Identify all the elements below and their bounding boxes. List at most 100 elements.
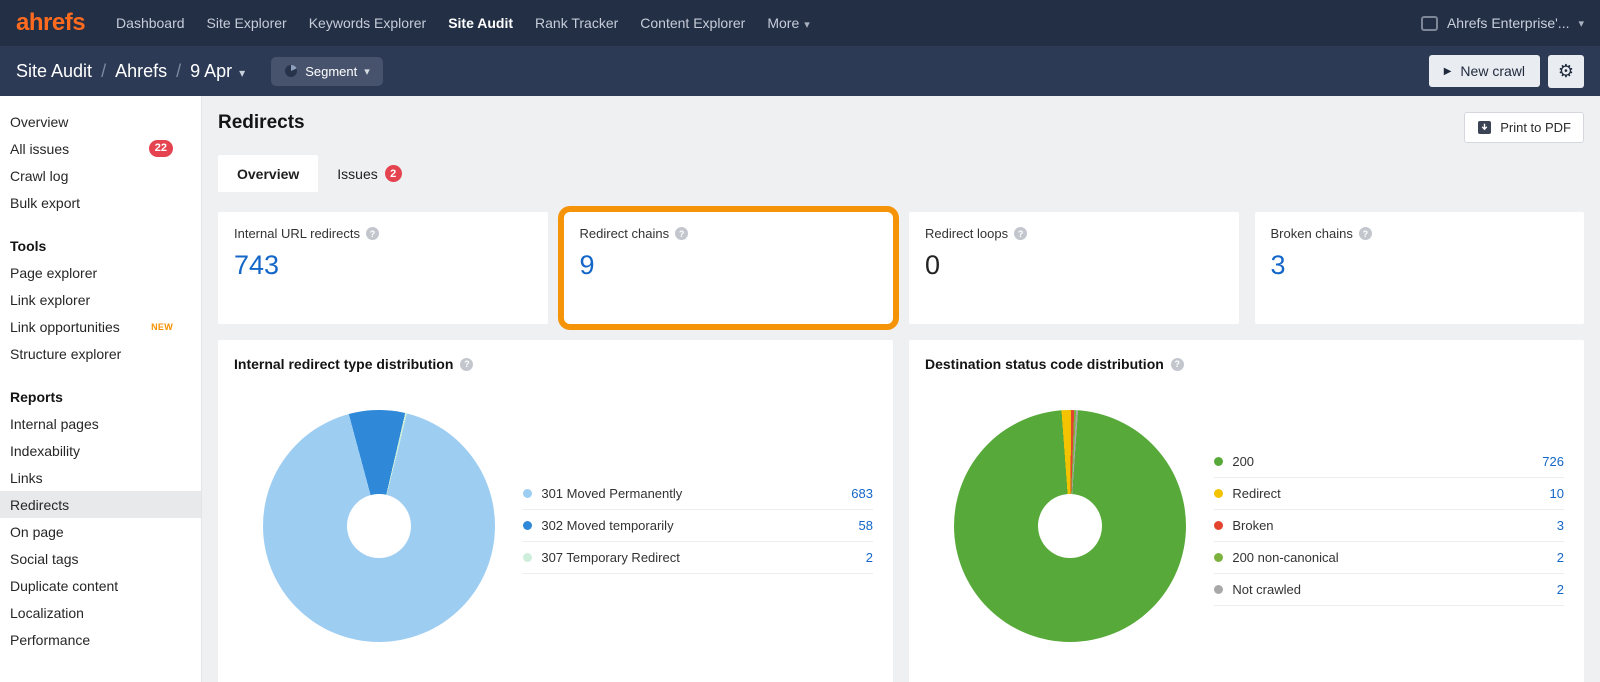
nav-dashboard[interactable]: Dashboard xyxy=(105,15,196,31)
nav-site-audit[interactable]: Site Audit xyxy=(437,15,524,31)
sidebar-item-localization[interactable]: Localization xyxy=(0,599,201,626)
sidebar-item-label: Duplicate content xyxy=(10,578,118,594)
nav-content-explorer[interactable]: Content Explorer xyxy=(629,15,756,31)
help-icon[interactable]: ? xyxy=(1171,358,1184,371)
legend-row[interactable]: Not crawled 2 xyxy=(1214,574,1564,606)
legend-row[interactable]: 200 726 xyxy=(1214,446,1564,478)
legend-value[interactable]: 3 xyxy=(1557,518,1564,533)
top-navigation: ahrefs Dashboard Site Explorer Keywords … xyxy=(0,0,1600,46)
sidebar-item-internal-pages[interactable]: Internal pages xyxy=(0,410,201,437)
metric-card-redirect-chains[interactable]: Redirect chains ? 9 xyxy=(564,212,894,324)
print-to-pdf-button[interactable]: Print to PDF xyxy=(1464,112,1584,143)
legend-row[interactable]: 200 non-canonical 2 xyxy=(1214,542,1564,574)
sidebar-item-label: All issues xyxy=(10,141,69,157)
sidebar-item-link-opportunities[interactable]: Link opportunities NEW xyxy=(0,313,201,340)
sidebar-item-overview[interactable]: Overview xyxy=(0,108,201,135)
metric-card-redirect-loops[interactable]: Redirect loops ? 0 xyxy=(909,212,1239,324)
status-code-donut-chart[interactable] xyxy=(954,410,1186,642)
sidebar-item-indexability[interactable]: Indexability xyxy=(0,437,201,464)
chart-card-redirect-type-distribution: Internal redirect type distribution ? 30… xyxy=(218,340,893,682)
account-menu[interactable]: Ahrefs Enterprise'... ▾ xyxy=(1421,15,1584,31)
legend-dot xyxy=(1214,457,1223,466)
nav-keywords-explorer[interactable]: Keywords Explorer xyxy=(298,15,438,31)
help-icon[interactable]: ? xyxy=(366,227,379,240)
new-crawl-button[interactable]: ▶ New crawl xyxy=(1429,55,1540,87)
legend-value[interactable]: 726 xyxy=(1542,454,1564,469)
legend-value[interactable]: 2 xyxy=(866,550,873,565)
metric-label: Redirect chains ? xyxy=(580,226,878,241)
issues-count-badge: 22 xyxy=(149,140,173,157)
legend-row[interactable]: Redirect 10 xyxy=(1214,478,1564,510)
tab-label: Issues xyxy=(337,166,377,182)
legend-row[interactable]: 302 Moved temporarily 58 xyxy=(523,510,873,542)
sidebar-item-duplicate-content[interactable]: Duplicate content xyxy=(0,572,201,599)
metric-value[interactable]: 743 xyxy=(234,250,532,281)
legend-row[interactable]: Broken 3 xyxy=(1214,510,1564,542)
help-icon[interactable]: ? xyxy=(675,227,688,240)
redirect-type-donut-chart[interactable] xyxy=(263,410,495,642)
nav-rank-tracker[interactable]: Rank Tracker xyxy=(524,15,629,31)
metric-card-broken-chains[interactable]: Broken chains ? 3 xyxy=(1255,212,1585,324)
charts-row: Internal redirect type distribution ? 30… xyxy=(218,340,1584,682)
metric-value[interactable]: 9 xyxy=(580,250,878,281)
nav-more-label: More xyxy=(767,15,799,31)
legend-dot xyxy=(1214,553,1223,562)
legend-value[interactable]: 683 xyxy=(851,486,873,501)
legend-row[interactable]: 307 Temporary Redirect 2 xyxy=(523,542,873,574)
legend-value[interactable]: 58 xyxy=(859,518,873,533)
sidebar-item-label: Overview xyxy=(10,114,68,130)
legend-label: 200 non-canonical xyxy=(1232,550,1338,565)
nav-more[interactable]: More▾ xyxy=(756,15,820,31)
sidebar-item-redirects[interactable]: Redirects xyxy=(0,491,201,518)
legend-value[interactable]: 10 xyxy=(1550,486,1564,501)
issues-tab-badge: 2 xyxy=(385,165,402,182)
segment-button[interactable]: Segment ▾ xyxy=(271,57,383,86)
sidebar-item-label: Link opportunities xyxy=(10,319,120,335)
help-icon[interactable]: ? xyxy=(1359,227,1372,240)
sidebar-section-reports: Reports xyxy=(0,383,201,410)
help-icon[interactable]: ? xyxy=(1014,227,1027,240)
metric-card-internal-url-redirects[interactable]: Internal URL redirects ? 743 xyxy=(218,212,548,324)
breadcrumb-site-audit[interactable]: Site Audit xyxy=(16,61,92,82)
sidebar-item-on-page[interactable]: On page xyxy=(0,518,201,545)
legend-dot xyxy=(1214,521,1223,530)
new-crawl-label: New crawl xyxy=(1460,63,1525,79)
legend-value[interactable]: 2 xyxy=(1557,582,1564,597)
sidebar-item-performance[interactable]: Performance xyxy=(0,626,201,653)
metric-label-text: Redirect loops xyxy=(925,226,1008,241)
sidebar-item-social-tags[interactable]: Social tags xyxy=(0,545,201,572)
ahrefs-logo[interactable]: ahrefs xyxy=(16,9,85,37)
chart-legend: 200 726 Redirect 10 Broken xyxy=(1214,446,1564,606)
nav-site-explorer[interactable]: Site Explorer xyxy=(196,15,298,31)
settings-button[interactable]: ⚙ xyxy=(1548,55,1584,88)
sidebar-item-page-explorer[interactable]: Page explorer xyxy=(0,259,201,286)
legend-label: 301 Moved Permanently xyxy=(541,486,682,501)
chart-legend: 301 Moved Permanently 683 302 Moved temp… xyxy=(523,478,873,574)
metric-label: Broken chains ? xyxy=(1271,226,1569,241)
tab-overview[interactable]: Overview xyxy=(218,155,318,192)
sidebar-section-tools: Tools xyxy=(0,232,201,259)
workspace-icon xyxy=(1421,16,1438,31)
sidebar-item-crawl-log[interactable]: Crawl log xyxy=(0,162,201,189)
segment-label: Segment xyxy=(305,64,357,79)
tab-issues[interactable]: Issues 2 xyxy=(318,155,420,192)
metric-value[interactable]: 3 xyxy=(1271,250,1569,281)
sidebar-item-all-issues[interactable]: All issues 22 xyxy=(0,135,201,162)
legend-value[interactable]: 2 xyxy=(1557,550,1564,565)
sidebar-item-bulk-export[interactable]: Bulk export xyxy=(0,189,201,216)
legend-dot xyxy=(523,489,532,498)
legend-row[interactable]: 301 Moved Permanently 683 xyxy=(523,478,873,510)
donut-wrap xyxy=(234,410,523,642)
legend-label: Not crawled xyxy=(1232,582,1301,597)
sidebar-item-structure-explorer[interactable]: Structure explorer xyxy=(0,340,201,367)
chart-body: 301 Moved Permanently 683 302 Moved temp… xyxy=(234,410,877,642)
sidebar-item-links[interactable]: Links xyxy=(0,464,201,491)
chevron-down-icon: ▾ xyxy=(364,65,370,78)
help-icon[interactable]: ? xyxy=(460,358,473,371)
sidebar-item-link-explorer[interactable]: Link explorer xyxy=(0,286,201,313)
crawl-date-selector[interactable]: 9 Apr ▾ xyxy=(190,61,245,82)
breadcrumb-project[interactable]: Ahrefs xyxy=(115,61,167,82)
chart-title-text: Destination status code distribution xyxy=(925,356,1164,372)
legend-dot xyxy=(523,521,532,530)
legend-label: Broken xyxy=(1232,518,1273,533)
